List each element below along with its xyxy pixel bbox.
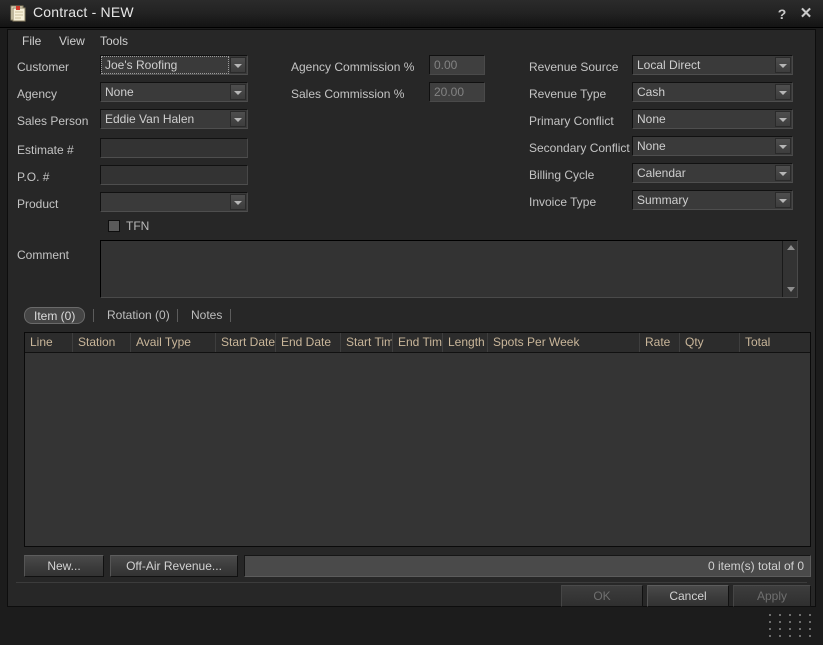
- chevron-down-icon[interactable]: [775, 84, 791, 100]
- label-agency: Agency: [17, 87, 58, 101]
- comment-scrollbar[interactable]: [782, 241, 797, 297]
- cancel-button[interactable]: Cancel: [647, 585, 729, 607]
- chevron-down-icon[interactable]: [775, 57, 791, 73]
- grid-status-field: 0 item(s) total of 0: [244, 555, 811, 577]
- ok-button[interactable]: OK: [561, 585, 643, 607]
- chevron-down-icon[interactable]: [775, 138, 791, 154]
- secondary-conflict-combo[interactable]: None: [632, 136, 793, 156]
- tfn-checkbox[interactable]: [108, 220, 120, 232]
- label-revenue-type: Revenue Type: [529, 87, 607, 101]
- label-customer: Customer: [17, 60, 70, 74]
- column-header-line[interactable]: Line: [25, 333, 73, 352]
- grid-body-empty[interactable]: [25, 353, 810, 546]
- items-grid[interactable]: Line Station Avail Type Start Date End D…: [24, 332, 811, 547]
- contract-dialog-window: Contract - NEW ? ✕ File View Tools Custo…: [0, 0, 823, 645]
- label-sales-commission: Sales Commission %: [291, 87, 405, 101]
- column-header-length[interactable]: Length: [443, 333, 488, 352]
- tab-rotation[interactable]: Rotation (0): [98, 307, 179, 324]
- column-header-end-time[interactable]: End Time: [393, 333, 443, 352]
- tab-item[interactable]: Item (0): [24, 307, 86, 324]
- invoice-type-value: Summary: [637, 193, 689, 207]
- primary-conflict-value: None: [637, 112, 666, 126]
- revenue-type-value: Cash: [637, 85, 666, 99]
- product-combo[interactable]: [100, 192, 248, 212]
- column-header-station[interactable]: Station: [73, 333, 131, 352]
- tab-notes[interactable]: Notes: [182, 307, 231, 324]
- revenue-source-combo[interactable]: Local Direct: [632, 55, 793, 75]
- contract-document-icon: [10, 5, 26, 22]
- column-header-qty[interactable]: Qty: [680, 333, 740, 352]
- tab-separator: [230, 309, 231, 322]
- agency-commission-value: 0.00: [434, 58, 458, 72]
- label-comment: Comment: [17, 248, 70, 262]
- label-invoice-type: Invoice Type: [529, 195, 597, 209]
- column-header-spots-per-week[interactable]: Spots Per Week: [488, 333, 640, 352]
- column-header-rate[interactable]: Rate: [640, 333, 680, 352]
- menu-view[interactable]: View: [53, 33, 91, 49]
- scroll-down-icon[interactable]: [783, 283, 798, 297]
- label-po-number: P.O. #: [17, 170, 50, 184]
- chevron-down-icon[interactable]: [775, 165, 791, 181]
- revenue-type-combo[interactable]: Cash: [632, 82, 793, 102]
- apply-button[interactable]: Apply: [733, 585, 811, 607]
- tfn-checkbox-row[interactable]: TFN: [108, 219, 168, 234]
- scroll-up-icon[interactable]: [783, 241, 798, 255]
- tab-strip: Item (0) Rotation (0) Notes: [24, 307, 424, 325]
- column-header-start-date[interactable]: Start Date: [216, 333, 276, 352]
- label-secondary-conflict: Secondary Conflict: [529, 141, 630, 155]
- grid-header-row: Line Station Avail Type Start Date End D…: [25, 333, 810, 353]
- column-header-end-date[interactable]: End Date: [276, 333, 341, 352]
- chevron-down-icon[interactable]: [775, 192, 791, 208]
- chevron-down-icon[interactable]: [230, 84, 246, 100]
- sales-person-combo[interactable]: Eddie Van Halen: [100, 109, 248, 129]
- column-header-total[interactable]: Total: [740, 333, 810, 352]
- new-button[interactable]: New...: [24, 555, 104, 577]
- billing-cycle-value: Calendar: [637, 166, 686, 180]
- agency-commission-input: 0.00: [429, 55, 485, 75]
- footer-divider: [16, 582, 807, 583]
- customer-combo[interactable]: Joe's Roofing: [100, 55, 248, 75]
- label-sales-person: Sales Person: [17, 114, 89, 128]
- grid-status-text: 0 item(s) total of 0: [707, 559, 804, 573]
- invoice-type-combo[interactable]: Summary: [632, 190, 793, 210]
- chevron-down-icon[interactable]: [230, 57, 246, 73]
- secondary-conflict-value: None: [637, 139, 666, 153]
- resize-grip[interactable]: [769, 614, 817, 640]
- revenue-source-value: Local Direct: [637, 58, 701, 72]
- menu-tools[interactable]: Tools: [94, 33, 134, 49]
- tab-separator: [177, 309, 178, 322]
- agency-value: None: [105, 85, 134, 99]
- billing-cycle-combo[interactable]: Calendar: [632, 163, 793, 183]
- help-icon[interactable]: ?: [773, 5, 791, 23]
- title-bar: Contract - NEW ? ✕: [0, 0, 823, 28]
- sales-commission-value: 20.00: [434, 85, 465, 99]
- label-agency-commission: Agency Commission %: [291, 60, 415, 74]
- customer-value: Joe's Roofing: [105, 58, 178, 72]
- window-title: Contract - NEW: [33, 4, 134, 20]
- close-icon[interactable]: ✕: [797, 5, 815, 23]
- primary-conflict-combo[interactable]: None: [632, 109, 793, 129]
- label-estimate-number: Estimate #: [17, 143, 74, 157]
- label-primary-conflict: Primary Conflict: [529, 114, 614, 128]
- chevron-down-icon[interactable]: [230, 111, 246, 127]
- menu-file[interactable]: File: [16, 33, 47, 49]
- dialog-client-area: File View Tools Customer Joe's Roofing A…: [7, 29, 816, 607]
- po-number-input[interactable]: [100, 165, 248, 185]
- label-revenue-source: Revenue Source: [529, 60, 619, 74]
- estimate-number-input[interactable]: [100, 138, 248, 158]
- sales-commission-input: 20.00: [429, 82, 485, 102]
- off-air-revenue-button[interactable]: Off-Air Revenue...: [110, 555, 238, 577]
- label-product: Product: [17, 197, 59, 211]
- chevron-down-icon[interactable]: [230, 194, 246, 210]
- label-billing-cycle: Billing Cycle: [529, 168, 595, 182]
- menu-bar: File View Tools: [8, 30, 815, 52]
- tab-separator: [93, 309, 94, 322]
- column-header-avail-type[interactable]: Avail Type: [131, 333, 216, 352]
- agency-combo[interactable]: None: [100, 82, 248, 102]
- sales-person-value: Eddie Van Halen: [105, 112, 195, 126]
- chevron-down-icon[interactable]: [775, 111, 791, 127]
- tfn-label: TFN: [126, 219, 150, 233]
- comment-textarea[interactable]: [100, 240, 798, 298]
- column-header-start-time[interactable]: Start Time: [341, 333, 393, 352]
